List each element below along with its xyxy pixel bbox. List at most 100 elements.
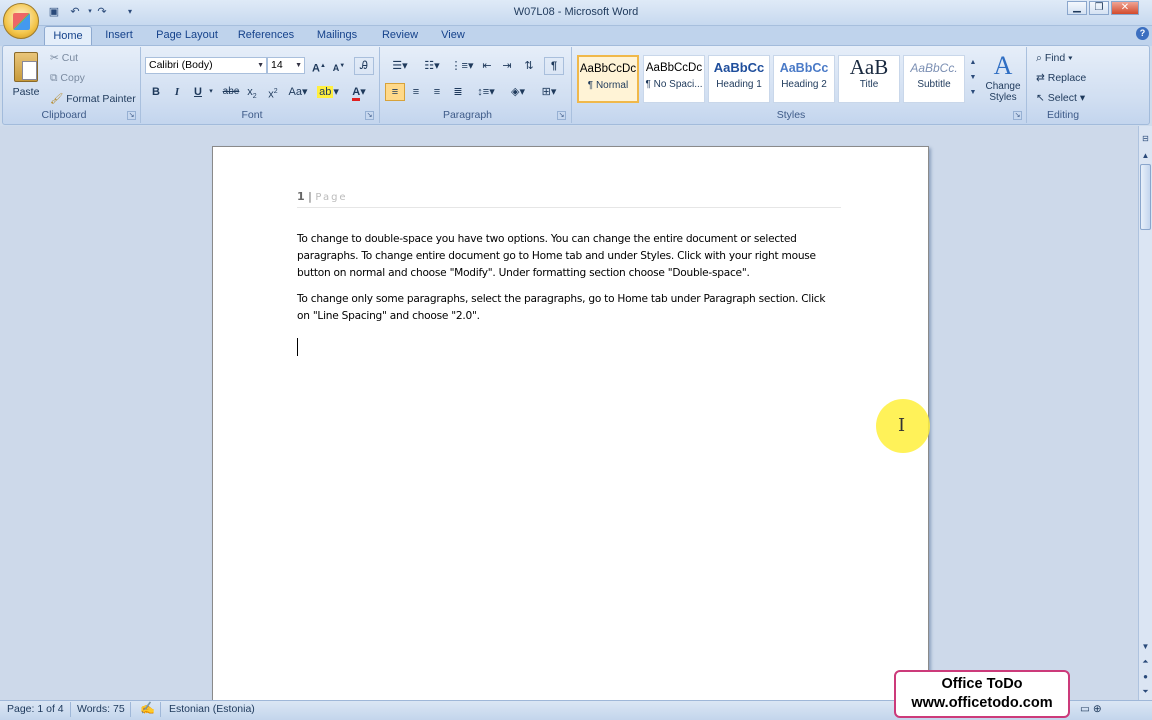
paintbrush-icon: 🖌 bbox=[50, 93, 64, 105]
change-styles-label: Change Styles bbox=[985, 81, 1021, 103]
office-button[interactable] bbox=[3, 3, 39, 39]
sort-icon[interactable]: ⇅ bbox=[520, 57, 538, 75]
language-status[interactable]: Estonian (Estonia) bbox=[169, 703, 255, 715]
scroll-thumb[interactable] bbox=[1140, 164, 1151, 230]
font-color-button[interactable]: A▾ bbox=[345, 83, 373, 101]
find-button[interactable]: ⌕ Find ▾ bbox=[1036, 52, 1073, 65]
justify-icon[interactable]: ≣ bbox=[448, 83, 468, 101]
style-no-spacing[interactable]: AaBbCcDc ¶ No Spaci... bbox=[643, 55, 705, 103]
align-center-icon[interactable]: ≡ bbox=[406, 83, 426, 101]
scroll-up-icon[interactable]: ▲ bbox=[1140, 150, 1151, 161]
font-name-value: Calibri (Body) bbox=[149, 59, 213, 71]
bullets-icon: ☰ bbox=[392, 60, 403, 72]
minimize-button[interactable]: ▁ bbox=[1067, 1, 1087, 15]
style-preview: AaBbCc. bbox=[910, 61, 958, 75]
previous-page-icon[interactable]: ⏶ bbox=[1140, 656, 1151, 667]
more-icon[interactable]: ▼ bbox=[967, 85, 979, 100]
bold-button[interactable]: B bbox=[147, 83, 165, 101]
paragraph-2[interactable]: To change only some paragraphs, select t… bbox=[297, 291, 837, 325]
subscript-button[interactable]: x2 bbox=[243, 83, 261, 101]
change-case-button[interactable]: Aa▾ bbox=[286, 83, 310, 101]
styles-gallery-scroll[interactable]: ▲ ▼ ▼ bbox=[967, 55, 979, 103]
decrease-indent-icon[interactable]: ⇤ bbox=[478, 57, 496, 75]
strikethrough-button[interactable]: abe bbox=[221, 83, 241, 101]
tab-references[interactable]: References bbox=[236, 26, 296, 46]
font-size-combo[interactable]: 14 ▼ bbox=[267, 57, 305, 74]
proofing-icon[interactable]: ✍ bbox=[140, 701, 155, 715]
clear-formatting-icon[interactable]: Ꭿ bbox=[354, 57, 374, 75]
undo-icon[interactable]: ↶ bbox=[67, 5, 83, 19]
underline-dropdown-icon[interactable]: ▾ bbox=[206, 83, 216, 101]
font-name-combo[interactable]: Calibri (Body) ▼ bbox=[145, 57, 267, 74]
zoom-slider-icon[interactable]: ▭ ⊕ bbox=[1080, 703, 1102, 715]
tab-page-layout[interactable]: Page Layout bbox=[154, 26, 220, 46]
page-number: 1 bbox=[297, 190, 305, 203]
replace-icon: ⇄ bbox=[1036, 72, 1045, 84]
superscript-button[interactable]: x2 bbox=[264, 83, 282, 101]
change-styles-icon: A bbox=[993, 51, 1013, 80]
customize-qat-icon[interactable]: ▾ bbox=[122, 5, 138, 19]
replace-button[interactable]: ⇄ Replace bbox=[1036, 72, 1086, 84]
status-divider bbox=[70, 702, 71, 717]
style-heading-2[interactable]: AaBbCc Heading 2 bbox=[773, 55, 835, 103]
save-icon[interactable]: ▣ bbox=[46, 5, 62, 19]
scissors-icon: ✂ bbox=[50, 52, 59, 64]
watermark-line-1: Office ToDo bbox=[941, 676, 1023, 692]
styles-launcher-icon[interactable]: ↘ bbox=[1013, 111, 1022, 120]
copy-button[interactable]: ⧉ Copy bbox=[50, 72, 85, 85]
shrink-font-icon[interactable]: A▼ bbox=[330, 57, 348, 75]
editing-group-label: Editing bbox=[1046, 109, 1080, 121]
style-normal[interactable]: AaBbCcDc ¶ Normal bbox=[577, 55, 639, 103]
format-painter-button[interactable]: 🖌 Format Painter bbox=[50, 92, 136, 105]
bullets-button[interactable]: ☰▾ bbox=[385, 57, 415, 75]
browse-object-icon[interactable]: ● bbox=[1140, 671, 1151, 682]
style-name: Title bbox=[859, 79, 879, 90]
multilevel-list-button[interactable]: ⋮≡▾ bbox=[449, 57, 475, 75]
tab-view[interactable]: View bbox=[436, 26, 470, 46]
chevron-down-icon[interactable]: ▼ bbox=[967, 70, 979, 85]
tab-mailings[interactable]: Mailings bbox=[312, 26, 362, 46]
underline-button[interactable]: U bbox=[189, 83, 207, 101]
next-page-icon[interactable]: ⏷ bbox=[1140, 686, 1151, 697]
shading-button[interactable]: ◈▾ bbox=[504, 83, 532, 101]
copy-icon: ⧉ bbox=[50, 72, 58, 84]
cut-button[interactable]: ✂ Cut bbox=[50, 52, 78, 64]
document-page[interactable] bbox=[212, 146, 929, 706]
numbering-button[interactable]: ☷▾ bbox=[417, 57, 447, 75]
tab-home[interactable]: Home bbox=[44, 26, 92, 46]
align-left-icon[interactable]: ≡ bbox=[385, 83, 405, 101]
style-subtitle[interactable]: AaBbCc. Subtitle bbox=[903, 55, 965, 103]
chevron-up-icon[interactable]: ▲ bbox=[967, 55, 979, 70]
borders-button[interactable]: ⊞▾ bbox=[535, 83, 563, 101]
scroll-down-icon[interactable]: ▼ bbox=[1140, 641, 1151, 652]
page-header[interactable]: 1 | Page bbox=[297, 190, 841, 208]
align-right-icon[interactable]: ≡ bbox=[427, 83, 447, 101]
clipboard-launcher-icon[interactable]: ↘ bbox=[127, 111, 136, 120]
header-separator: | bbox=[308, 190, 312, 203]
chevron-down-icon: ▼ bbox=[257, 62, 264, 69]
page-count-status[interactable]: Page: 1 of 4 bbox=[7, 703, 64, 715]
paragraph-1[interactable]: To change to double-space you have two o… bbox=[297, 231, 837, 282]
font-launcher-icon[interactable]: ↘ bbox=[365, 111, 374, 120]
word-count-status[interactable]: Words: 75 bbox=[77, 703, 125, 715]
style-heading-1[interactable]: AaBbCc Heading 1 bbox=[708, 55, 770, 103]
increase-indent-icon[interactable]: ⇥ bbox=[498, 57, 516, 75]
italic-button[interactable]: I bbox=[168, 83, 186, 101]
grow-font-icon[interactable]: A▲ bbox=[310, 57, 328, 75]
line-spacing-button[interactable]: ↕≡▾ bbox=[472, 83, 500, 101]
select-button[interactable]: ↖ Select ▾ bbox=[1036, 92, 1085, 104]
paragraph-launcher-icon[interactable]: ↘ bbox=[557, 111, 566, 120]
maximize-button[interactable]: ❐ bbox=[1089, 1, 1109, 15]
close-button[interactable]: ✕ bbox=[1111, 1, 1139, 15]
redo-icon[interactable]: ↷ bbox=[94, 5, 110, 19]
tab-review[interactable]: Review bbox=[378, 26, 422, 46]
style-title[interactable]: AaB Title bbox=[838, 55, 900, 103]
help-icon[interactable]: ? bbox=[1136, 27, 1149, 40]
text-highlight-button[interactable]: ab ▾ bbox=[314, 83, 342, 101]
tab-insert[interactable]: Insert bbox=[100, 26, 138, 46]
change-styles-button[interactable]: A Change Styles bbox=[981, 51, 1025, 107]
highlighter-icon: ab bbox=[317, 86, 334, 98]
paste-button[interactable]: Paste bbox=[10, 50, 42, 106]
show-formatting-marks-icon[interactable]: ¶ bbox=[544, 57, 564, 75]
view-ruler-icon[interactable]: ⊟ bbox=[1140, 133, 1151, 144]
